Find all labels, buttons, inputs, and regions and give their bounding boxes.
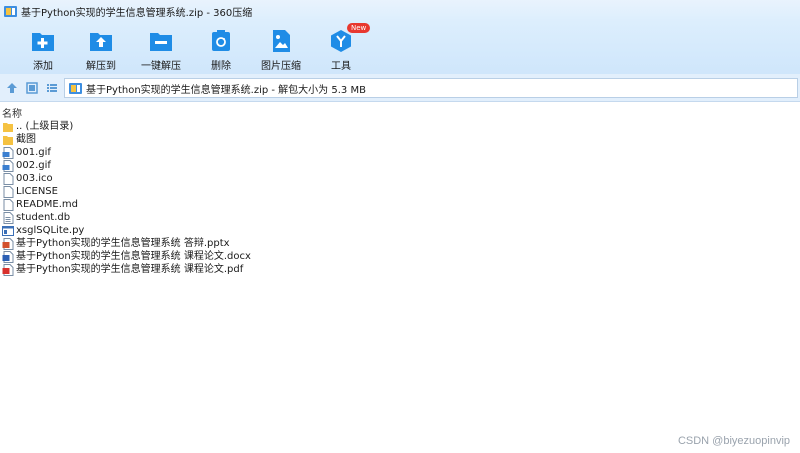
list-item[interactable]: README.md [0,198,800,211]
list-item[interactable]: 截图 [0,133,800,146]
column-name-header[interactable]: 名称 [2,105,22,120]
file-name: LICENSE [16,186,58,197]
list-item[interactable]: 基于Python实现的学生信息管理系统 答辩.pptx [0,237,800,250]
image-compress-icon [273,30,290,52]
one-click-extract-button[interactable]: 一键解压 [130,22,192,72]
docx-file-icon [2,250,14,263]
image-compress-button[interactable]: 图片压缩 [250,22,312,72]
file-name: 003.ico [16,173,53,184]
file-name: student.db [16,212,71,223]
toolbar: 添加 解压到 一键解压 删除 图片压缩 New 工具 [0,22,800,74]
add-button[interactable]: 添加 [14,22,72,72]
new-badge: New [347,23,371,33]
generic-file-icon [3,172,14,185]
up-arrow-icon[interactable] [4,80,20,96]
view-list-icon[interactable] [44,80,60,96]
file-name: xsglSQLite.py [16,225,85,236]
one-click-extract-label: 一键解压 [141,61,181,72]
list-item[interactable]: 001.gif [0,146,800,159]
file-list: .. (上级目录) 截图 001.gif 002.gif 003.ico LIC… [0,120,800,276]
delete-button[interactable]: 删除 [192,22,250,72]
pdf-file-icon [2,263,14,276]
file-name: README.md [16,199,79,210]
file-name: 截图 [16,134,36,145]
list-item[interactable]: xsglSQLite.py [0,224,800,237]
python-file-icon [2,225,14,236]
view-details-icon[interactable] [24,80,40,96]
file-name: 基于Python实现的学生信息管理系统 课程论文.docx [16,251,251,262]
list-item[interactable]: 002.gif [0,159,800,172]
tools-label: 工具 [331,61,351,72]
gif-file-icon [2,159,14,172]
file-name: 001.gif [16,147,51,158]
list-item[interactable]: student.db [0,211,800,224]
title-bar: 基于Python实现的学生信息管理系统.zip - 360压缩 [0,0,800,22]
delete-icon [212,30,230,51]
one-click-extract-icon [150,33,172,51]
file-name: 基于Python实现的学生信息管理系统 课程论文.pdf [16,264,244,275]
delete-label: 删除 [211,61,231,72]
app-logo-icon [4,5,17,17]
file-name: .. (上级目录) [16,121,74,132]
column-header: 名称 [0,104,800,120]
address-field[interactable]: 基于Python实现的学生信息管理系统.zip - 解包大小为 5.3 MB [64,78,798,98]
address-path: 基于Python实现的学生信息管理系统.zip - 解包大小为 5.3 MB [86,84,366,96]
list-item[interactable]: LICENSE [0,185,800,198]
image-compress-label: 图片压缩 [261,61,301,72]
window-title: 基于Python实现的学生信息管理系统.zip - 360压缩 [21,7,253,19]
db-file-icon [3,211,14,224]
folder-icon [3,135,13,145]
list-item[interactable]: .. (上级目录) [0,120,800,133]
tools-button[interactable]: New 工具 [312,22,371,72]
extract-to-button[interactable]: 解压到 [72,22,130,72]
list-item[interactable]: 基于Python实现的学生信息管理系统 课程论文.pdf [0,263,800,276]
generic-file-icon [3,198,14,211]
add-label: 添加 [33,61,53,72]
watermark: CSDN @biyezuopinvip [677,435,790,447]
extract-to-label: 解压到 [86,61,116,72]
add-icon [32,33,54,51]
file-name: 基于Python实现的学生信息管理系统 答辩.pptx [16,238,230,249]
address-bar: 基于Python实现的学生信息管理系统.zip - 解包大小为 5.3 MB [0,74,800,102]
list-item[interactable]: 003.ico [0,172,800,185]
archive-icon [69,82,82,94]
file-name: 002.gif [16,160,51,171]
pptx-file-icon [2,237,14,250]
folder-up-icon [3,122,13,132]
extract-to-icon [90,33,112,51]
gif-file-icon [2,146,14,159]
list-item[interactable]: 基于Python实现的学生信息管理系统 课程论文.docx [0,250,800,263]
generic-file-icon [3,185,14,198]
